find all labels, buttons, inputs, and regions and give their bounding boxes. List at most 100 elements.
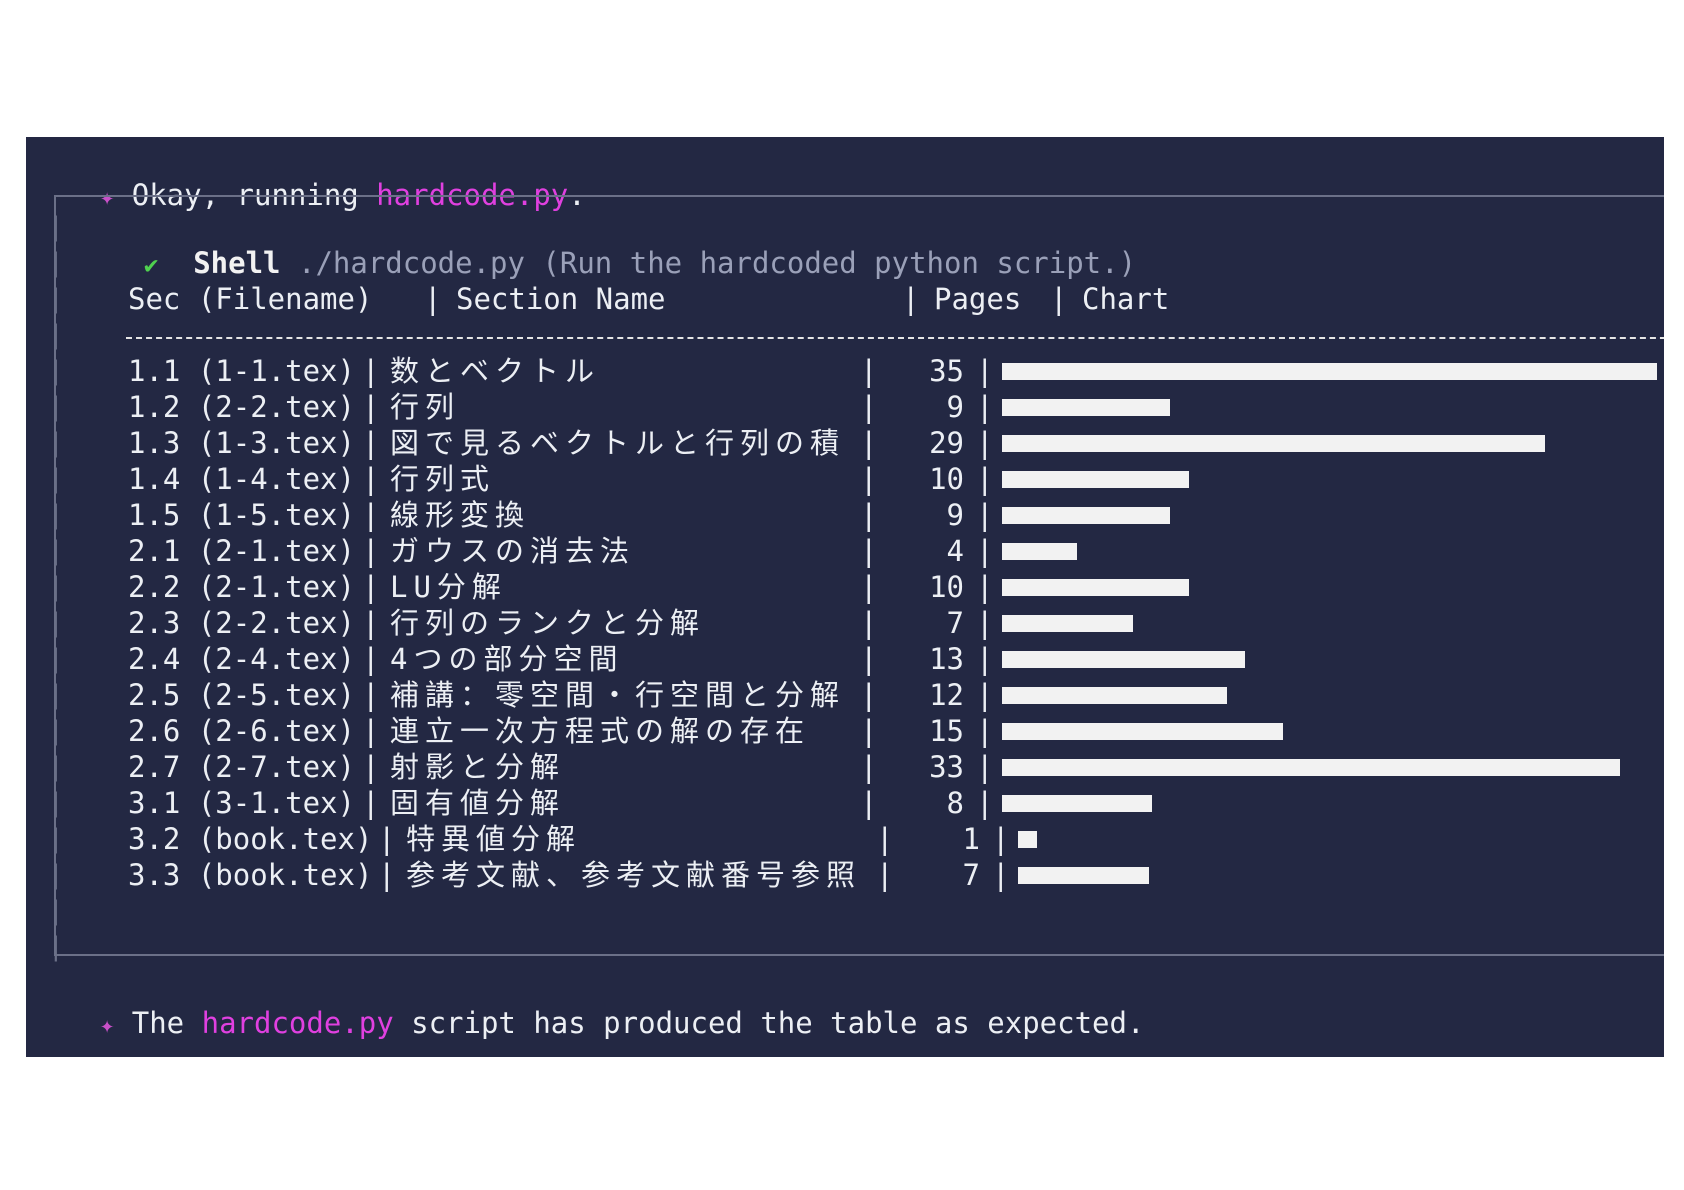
sparkle-icon: ✦ bbox=[99, 1011, 115, 1039]
chart-bar bbox=[1002, 723, 1283, 740]
row-sec: 2.5 (2-5.tex) bbox=[128, 678, 355, 712]
row-sec: 3.2 (book.tex) bbox=[128, 822, 373, 856]
table-header: Sec (Filename) | Section Name | Pages | … bbox=[128, 282, 1170, 316]
row-pages: 12 bbox=[929, 678, 964, 712]
row-separator: | bbox=[860, 354, 878, 388]
chart-bar bbox=[1002, 687, 1227, 704]
row-separator: | bbox=[976, 750, 994, 784]
row-separator: | bbox=[860, 426, 878, 460]
row-separator: | bbox=[976, 786, 994, 820]
row-pages: 10 bbox=[929, 570, 964, 604]
frame-gutter: | bbox=[48, 716, 64, 746]
row-separator: | bbox=[860, 642, 878, 676]
row-separator: | bbox=[362, 714, 380, 748]
row-sec: 3.1 (3-1.tex) bbox=[128, 786, 355, 820]
shell-frame-top bbox=[54, 195, 1664, 197]
row-section-name: 図で見るベクトルと行列の積 bbox=[390, 426, 846, 460]
row-section-name: 射影と分解 bbox=[390, 750, 566, 784]
agent-message-2: ✦ The hardcode.py script has produced th… bbox=[99, 1006, 1145, 1040]
table-row: 3.2 (book.tex) | 特異値分解 | 1 | bbox=[128, 821, 1648, 857]
row-sec: 1.4 (1-4.tex) bbox=[128, 462, 355, 496]
table-row: 2.2 (2-1.tex) | LU分解 | 10 | bbox=[128, 569, 1648, 605]
frame-gutter: | bbox=[48, 212, 64, 242]
row-section-name: 参考文献、参考文献番号参照 bbox=[406, 858, 862, 892]
row-sec: 2.4 (2-4.tex) bbox=[128, 642, 355, 676]
frame-gutter: | bbox=[48, 896, 64, 926]
header-pages: Pages bbox=[934, 282, 1022, 316]
row-separator: | bbox=[362, 354, 380, 388]
terminal-window: ✦ Okay, running hardcode.py. ✔ Shell ./h… bbox=[26, 137, 1664, 1057]
row-pages: 8 bbox=[946, 786, 964, 820]
row-separator: | bbox=[976, 570, 994, 604]
table-row: 1.5 (1-5.tex) | 線形変換 | 9 | bbox=[128, 497, 1648, 533]
row-sec: 2.3 (2-2.tex) bbox=[128, 606, 355, 640]
row-separator: | bbox=[378, 858, 396, 892]
row-separator: | bbox=[976, 462, 994, 496]
frame-gutter: | bbox=[48, 356, 64, 386]
row-section-name: LU分解 bbox=[390, 570, 507, 604]
row-separator: | bbox=[876, 822, 894, 856]
row-section-name: 数とベクトル bbox=[390, 354, 601, 388]
table-divider bbox=[126, 337, 1664, 339]
table-row: 2.6 (2-6.tex) | 連立一次方程式の解の存在 | 15 | bbox=[128, 713, 1648, 749]
row-section-name: 固有値分解 bbox=[390, 786, 566, 820]
row-separator: | bbox=[860, 750, 878, 784]
table-row: 1.4 (1-4.tex) | 行列式 | 10 | bbox=[128, 461, 1648, 497]
row-section-name: ガウスの消去法 bbox=[390, 534, 636, 568]
header-sec: Sec (Filename) bbox=[128, 282, 373, 316]
row-pages: 15 bbox=[929, 714, 964, 748]
row-separator: | bbox=[362, 498, 380, 532]
row-section-name: 線形変換 bbox=[390, 498, 531, 532]
row-sec: 1.2 (2-2.tex) bbox=[128, 390, 355, 424]
table-row: 1.2 (2-2.tex) | 行列 | 9 | bbox=[128, 389, 1648, 425]
filename-link[interactable]: hardcode.py bbox=[202, 1006, 394, 1040]
chart-bar bbox=[1002, 615, 1133, 632]
row-separator: | bbox=[860, 678, 878, 712]
sparkle-icon: ✦ bbox=[99, 183, 115, 211]
chart-bar bbox=[1002, 363, 1657, 380]
frame-gutter: | bbox=[48, 824, 64, 854]
chart-bar bbox=[1002, 399, 1170, 416]
row-section-name: 4つの部分空間 bbox=[390, 642, 624, 676]
row-separator: | bbox=[362, 786, 380, 820]
chart-bar bbox=[1002, 435, 1545, 452]
check-icon: ✔ bbox=[143, 251, 159, 279]
row-separator: | bbox=[976, 354, 994, 388]
row-separator: | bbox=[362, 606, 380, 640]
row-pages: 9 bbox=[946, 390, 964, 424]
table-row: 2.4 (2-4.tex) | 4つの部分空間 | 13 | bbox=[128, 641, 1648, 677]
row-separator: | bbox=[860, 570, 878, 604]
frame-gutter: | bbox=[48, 392, 64, 422]
row-pages: 9 bbox=[946, 498, 964, 532]
row-pages: 7 bbox=[946, 606, 964, 640]
table-row: 2.3 (2-2.tex) | 行列のランクと分解 | 7 | bbox=[128, 605, 1648, 641]
chart-bar bbox=[1002, 759, 1620, 776]
row-separator: | bbox=[378, 822, 396, 856]
row-sec: 1.3 (1-3.tex) bbox=[128, 426, 355, 460]
row-separator: | bbox=[976, 678, 994, 712]
frame-gutter: | bbox=[48, 680, 64, 710]
row-separator: | bbox=[362, 570, 380, 604]
row-sec: 1.5 (1-5.tex) bbox=[128, 498, 355, 532]
row-pages: 35 bbox=[929, 354, 964, 388]
frame-gutter: | bbox=[48, 500, 64, 530]
row-sec: 2.7 (2-7.tex) bbox=[128, 750, 355, 784]
chart-bar bbox=[1002, 471, 1189, 488]
row-separator: | bbox=[992, 822, 1010, 856]
row-pages: 33 bbox=[929, 750, 964, 784]
row-section-name: 連立一次方程式の解の存在 bbox=[390, 714, 811, 748]
row-separator: | bbox=[860, 534, 878, 568]
row-separator: | bbox=[860, 390, 878, 424]
row-section-name: 補講：零空間・行空間と分解 bbox=[390, 678, 846, 712]
row-section-name: 行列 bbox=[390, 390, 461, 424]
row-pages: 4 bbox=[946, 534, 964, 568]
row-separator: | bbox=[362, 642, 380, 676]
row-pages: 10 bbox=[929, 462, 964, 496]
row-separator: | bbox=[976, 534, 994, 568]
chart-bar bbox=[1018, 867, 1149, 884]
table-row: 2.1 (2-1.tex) | ガウスの消去法 | 4 | bbox=[128, 533, 1648, 569]
row-sec: 2.1 (2-1.tex) bbox=[128, 534, 355, 568]
row-pages: 13 bbox=[929, 642, 964, 676]
frame-gutter: | bbox=[48, 860, 64, 890]
row-section-name: 行列式 bbox=[390, 462, 496, 496]
